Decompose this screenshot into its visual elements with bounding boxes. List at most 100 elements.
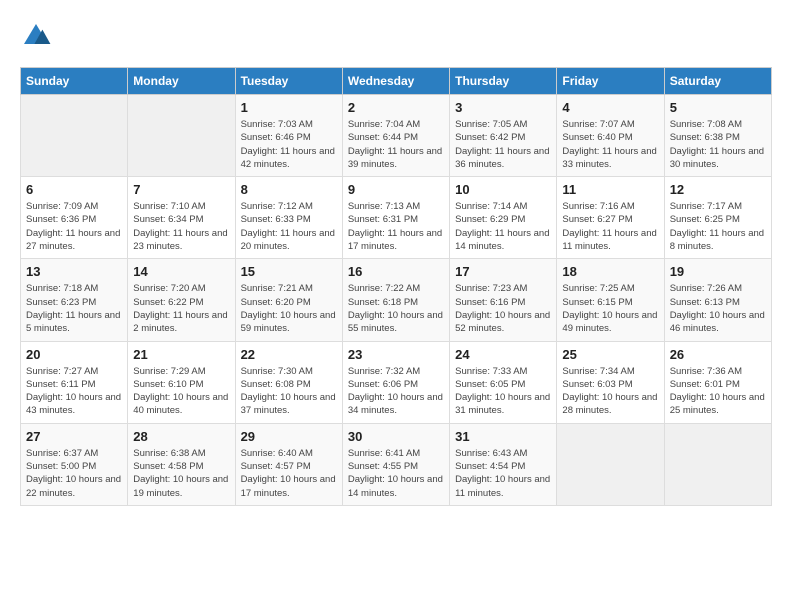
day-number: 7 [133, 182, 229, 197]
day-number: 2 [348, 100, 444, 115]
calendar-day-cell: 2 Sunrise: 7:04 AM Sunset: 6:44 PM Daylig… [342, 95, 449, 177]
day-number: 22 [241, 347, 337, 362]
day-info: Sunrise: 7:29 AM Sunset: 6:10 PM Dayligh… [133, 365, 229, 418]
day-info: Sunrise: 7:22 AM Sunset: 6:18 PM Dayligh… [348, 282, 444, 335]
day-info: Sunrise: 7:10 AM Sunset: 6:34 PM Dayligh… [133, 200, 229, 253]
day-info: Sunrise: 6:37 AM Sunset: 5:00 PM Dayligh… [26, 447, 122, 500]
calendar-day-cell: 31 Sunrise: 6:43 AM Sunset: 4:54 PM Dayli… [450, 423, 557, 505]
calendar-day-cell: 25 Sunrise: 7:34 AM Sunset: 6:03 PM Dayli… [557, 341, 664, 423]
day-info: Sunrise: 7:23 AM Sunset: 6:16 PM Dayligh… [455, 282, 551, 335]
day-number: 3 [455, 100, 551, 115]
weekday-header: Thursday [450, 68, 557, 95]
day-info: Sunrise: 7:14 AM Sunset: 6:29 PM Dayligh… [455, 200, 551, 253]
day-info: Sunrise: 6:38 AM Sunset: 4:58 PM Dayligh… [133, 447, 229, 500]
day-number: 18 [562, 264, 658, 279]
page-header [20, 20, 772, 52]
day-number: 27 [26, 429, 122, 444]
day-info: Sunrise: 7:30 AM Sunset: 6:08 PM Dayligh… [241, 365, 337, 418]
calendar-day-cell [664, 423, 771, 505]
calendar-day-cell: 12Sunrise: 7:17 AM Sunset: 6:25 PM Dayli… [664, 177, 771, 259]
day-info: Sunrise: 7:33 AM Sunset: 6:05 PM Dayligh… [455, 365, 551, 418]
calendar-week-row: 13 Sunrise: 7:18 AM Sunset: 6:23 PM Dayli… [21, 259, 772, 341]
calendar-day-cell [557, 423, 664, 505]
day-number: 25 [562, 347, 658, 362]
calendar-day-cell: 28 Sunrise: 6:38 AM Sunset: 4:58 PM Dayli… [128, 423, 235, 505]
weekday-header: Saturday [664, 68, 771, 95]
day-number: 1 [241, 100, 337, 115]
weekday-header: Monday [128, 68, 235, 95]
day-number: 17 [455, 264, 551, 279]
calendar-day-cell: 20 Sunrise: 7:27 AM Sunset: 6:11 PM Dayli… [21, 341, 128, 423]
calendar-day-cell: 14 Sunrise: 7:20 AM Sunset: 6:22 PM Dayli… [128, 259, 235, 341]
day-number: 13 [26, 264, 122, 279]
calendar-week-row: 27 Sunrise: 6:37 AM Sunset: 5:00 PM Dayli… [21, 423, 772, 505]
calendar-day-cell: 21 Sunrise: 7:29 AM Sunset: 6:10 PM Dayli… [128, 341, 235, 423]
day-info: Sunrise: 7:03 AM Sunset: 6:46 PM Dayligh… [241, 118, 337, 171]
day-number: 20 [26, 347, 122, 362]
calendar-day-cell: 8Sunrise: 7:12 AM Sunset: 6:33 PM Daylig… [235, 177, 342, 259]
calendar-day-cell: 17 Sunrise: 7:23 AM Sunset: 6:16 PM Dayli… [450, 259, 557, 341]
day-info: Sunrise: 7:32 AM Sunset: 6:06 PM Dayligh… [348, 365, 444, 418]
weekday-header: Friday [557, 68, 664, 95]
calendar-day-cell: 11Sunrise: 7:16 AM Sunset: 6:27 PM Dayli… [557, 177, 664, 259]
calendar-day-cell: 10 Sunrise: 7:14 AM Sunset: 6:29 PM Dayli… [450, 177, 557, 259]
day-number: 12 [670, 182, 766, 197]
day-number: 6 [26, 182, 122, 197]
calendar-day-cell: 7 Sunrise: 7:10 AM Sunset: 6:34 PM Daylig… [128, 177, 235, 259]
day-number: 21 [133, 347, 229, 362]
day-number: 11 [562, 182, 658, 197]
calendar-day-cell: 29 Sunrise: 6:40 AM Sunset: 4:57 PM Dayli… [235, 423, 342, 505]
day-info: Sunrise: 7:04 AM Sunset: 6:44 PM Dayligh… [348, 118, 444, 171]
calendar-day-cell: 18 Sunrise: 7:25 AM Sunset: 6:15 PM Dayli… [557, 259, 664, 341]
day-info: Sunrise: 7:25 AM Sunset: 6:15 PM Dayligh… [562, 282, 658, 335]
day-info: Sunrise: 7:18 AM Sunset: 6:23 PM Dayligh… [26, 282, 122, 335]
calendar-day-cell: 23Sunrise: 7:32 AM Sunset: 6:06 PM Dayli… [342, 341, 449, 423]
calendar-day-cell: 15 Sunrise: 7:21 AM Sunset: 6:20 PM Dayli… [235, 259, 342, 341]
day-info: Sunrise: 7:13 AM Sunset: 6:31 PM Dayligh… [348, 200, 444, 253]
calendar-day-cell: 4Sunrise: 7:07 AM Sunset: 6:40 PM Daylig… [557, 95, 664, 177]
day-number: 24 [455, 347, 551, 362]
day-info: Sunrise: 7:34 AM Sunset: 6:03 PM Dayligh… [562, 365, 658, 418]
calendar-day-cell: 30 Sunrise: 6:41 AM Sunset: 4:55 PM Dayli… [342, 423, 449, 505]
day-info: Sunrise: 7:26 AM Sunset: 6:13 PM Dayligh… [670, 282, 766, 335]
calendar-day-cell: 22 Sunrise: 7:30 AM Sunset: 6:08 PM Dayli… [235, 341, 342, 423]
logo [20, 20, 57, 52]
calendar-day-cell: 5 Sunrise: 7:08 AM Sunset: 6:38 PM Daylig… [664, 95, 771, 177]
day-info: Sunrise: 7:05 AM Sunset: 6:42 PM Dayligh… [455, 118, 551, 171]
calendar-day-cell: 24 Sunrise: 7:33 AM Sunset: 6:05 PM Dayli… [450, 341, 557, 423]
day-number: 15 [241, 264, 337, 279]
day-number: 10 [455, 182, 551, 197]
day-info: Sunrise: 7:09 AM Sunset: 6:36 PM Dayligh… [26, 200, 122, 253]
day-info: Sunrise: 6:41 AM Sunset: 4:55 PM Dayligh… [348, 447, 444, 500]
day-number: 31 [455, 429, 551, 444]
day-info: Sunrise: 7:20 AM Sunset: 6:22 PM Dayligh… [133, 282, 229, 335]
day-number: 14 [133, 264, 229, 279]
day-info: Sunrise: 7:36 AM Sunset: 6:01 PM Dayligh… [670, 365, 766, 418]
logo-icon [20, 20, 52, 52]
weekday-header: Tuesday [235, 68, 342, 95]
day-number: 5 [670, 100, 766, 115]
day-info: Sunrise: 7:08 AM Sunset: 6:38 PM Dayligh… [670, 118, 766, 171]
calendar-week-row: 6 Sunrise: 7:09 AM Sunset: 6:36 PM Daylig… [21, 177, 772, 259]
day-number: 29 [241, 429, 337, 444]
day-number: 9 [348, 182, 444, 197]
day-number: 28 [133, 429, 229, 444]
day-info: Sunrise: 6:40 AM Sunset: 4:57 PM Dayligh… [241, 447, 337, 500]
day-number: 19 [670, 264, 766, 279]
day-number: 4 [562, 100, 658, 115]
calendar-day-cell: 9 Sunrise: 7:13 AM Sunset: 6:31 PM Daylig… [342, 177, 449, 259]
calendar-day-cell: 26Sunrise: 7:36 AM Sunset: 6:01 PM Dayli… [664, 341, 771, 423]
day-number: 30 [348, 429, 444, 444]
weekday-header: Sunday [21, 68, 128, 95]
day-number: 16 [348, 264, 444, 279]
calendar-day-cell: 1 Sunrise: 7:03 AM Sunset: 6:46 PM Daylig… [235, 95, 342, 177]
calendar-day-cell: 27 Sunrise: 6:37 AM Sunset: 5:00 PM Dayli… [21, 423, 128, 505]
calendar-week-row: 20 Sunrise: 7:27 AM Sunset: 6:11 PM Dayli… [21, 341, 772, 423]
day-info: Sunrise: 6:43 AM Sunset: 4:54 PM Dayligh… [455, 447, 551, 500]
calendar-day-cell: 19 Sunrise: 7:26 AM Sunset: 6:13 PM Dayli… [664, 259, 771, 341]
calendar-day-cell [21, 95, 128, 177]
calendar-day-cell: 13 Sunrise: 7:18 AM Sunset: 6:23 PM Dayli… [21, 259, 128, 341]
day-info: Sunrise: 7:27 AM Sunset: 6:11 PM Dayligh… [26, 365, 122, 418]
day-info: Sunrise: 7:21 AM Sunset: 6:20 PM Dayligh… [241, 282, 337, 335]
calendar-week-row: 1 Sunrise: 7:03 AM Sunset: 6:46 PM Daylig… [21, 95, 772, 177]
